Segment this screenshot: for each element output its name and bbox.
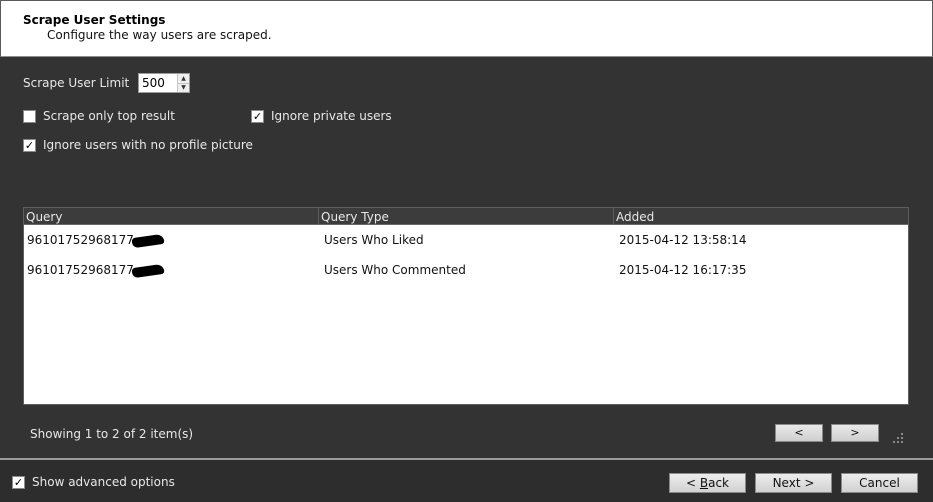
query-value: 96101752968177 [27, 263, 134, 277]
scrape-limit-input[interactable]: 500 [139, 74, 177, 92]
redaction-mark [131, 263, 165, 278]
next-button[interactable]: Next > [755, 473, 832, 493]
stepper-buttons: ▲ ▼ [177, 74, 189, 92]
column-header-added[interactable]: Added [614, 208, 908, 224]
increment-icon[interactable]: ▲ [178, 74, 189, 83]
checkbox-box[interactable]: ✓ [23, 138, 36, 152]
page-subtitle: Configure the way users are scraped. [47, 28, 272, 42]
ignore-private-label: Ignore private users [271, 109, 392, 123]
scrape-limit-stepper[interactable]: 500 ▲ ▼ [138, 73, 190, 93]
wizard-footer: ✓ Show advanced options < Back Next > Ca… [0, 458, 933, 502]
advanced-options-checkbox[interactable]: ✓ Show advanced options [12, 475, 175, 489]
ignore-private-checkbox[interactable]: ✓ Ignore private users [251, 109, 392, 123]
checkbox-box[interactable] [23, 109, 36, 123]
prev-page-button[interactable]: < [775, 424, 823, 442]
settings-panel: Scrape User Limit 500 ▲ ▼ Scrape only to… [0, 57, 933, 458]
back-rest: ack [708, 476, 729, 490]
ignore-no-picture-checkbox[interactable]: ✓ Ignore users with no profile picture [23, 138, 253, 152]
added-cell: 2015-04-12 13:58:14 [619, 233, 747, 247]
table-row[interactable]: 96101752968177 Users Who Liked 2015-04-1… [24, 225, 908, 255]
query-value: 96101752968177 [27, 233, 134, 247]
column-header-query-type[interactable]: Query Type [319, 208, 614, 224]
checkbox-box[interactable]: ✓ [251, 109, 264, 123]
added-cell: 2015-04-12 16:17:35 [619, 263, 747, 277]
checkbox-box[interactable]: ✓ [12, 475, 25, 489]
query-type-cell: Users Who Liked [324, 233, 424, 247]
back-access-key: B [699, 476, 709, 490]
ignore-no-picture-label: Ignore users with no profile picture [43, 138, 253, 152]
back-button[interactable]: < Back [669, 473, 746, 493]
query-type-cell: Users Who Commented [324, 263, 466, 277]
redaction-mark [131, 233, 165, 248]
wizard-header: Scrape User Settings Configure the way u… [0, 0, 933, 57]
query-cell: 96101752968177 [24, 233, 319, 248]
cancel-button[interactable]: Cancel [841, 473, 918, 493]
top-result-label: Scrape only top result [43, 109, 175, 123]
decrement-icon[interactable]: ▼ [178, 82, 189, 92]
resize-grip-icon[interactable] [891, 431, 905, 445]
next-page-button[interactable]: > [831, 424, 879, 442]
column-header-query[interactable]: Query [24, 208, 319, 224]
pager-status: Showing 1 to 2 of 2 item(s) [30, 427, 194, 441]
table-row[interactable]: 96101752968177 Users Who Commented 2015-… [24, 255, 908, 285]
advanced-options-label: Show advanced options [32, 475, 175, 489]
grid-header: Query Query Type Added [24, 208, 908, 225]
back-prefix: < [685, 476, 700, 490]
page-title: Scrape User Settings [23, 13, 166, 27]
query-cell: 96101752968177 [24, 263, 319, 278]
scrape-limit-label: Scrape User Limit [23, 76, 130, 90]
query-grid[interactable]: Query Query Type Added 96101752968177 Us… [23, 207, 909, 405]
top-result-checkbox[interactable]: Scrape only top result [23, 109, 175, 123]
